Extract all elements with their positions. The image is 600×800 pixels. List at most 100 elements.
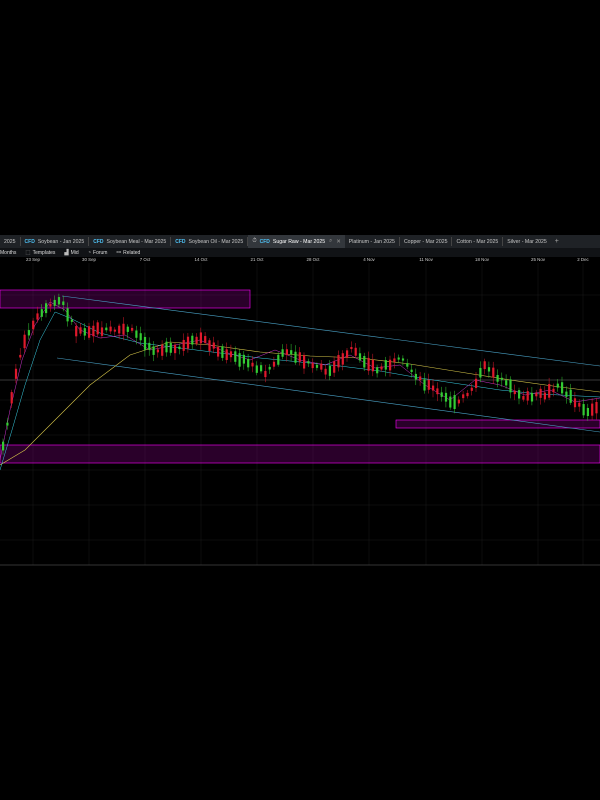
forum-button[interactable]: ◔ Forum (88, 250, 108, 256)
tab-soybean-oil[interactable]: CFD Soybean Oil - Mar 2025 (171, 235, 247, 248)
candle-body (367, 357, 370, 371)
candle-body (212, 342, 215, 349)
candle-body (36, 313, 39, 320)
candle-body (298, 352, 301, 362)
candle-body (496, 374, 499, 382)
candle-body (238, 353, 241, 367)
candle-body (27, 330, 30, 336)
candle-body (552, 388, 555, 393)
timeframe-button[interactable]: Months (0, 250, 16, 256)
candle-body (75, 326, 78, 337)
cfd-badge: CFD (259, 238, 270, 245)
candle-body (186, 336, 190, 349)
price-chart-icon: ▟ (64, 249, 69, 256)
candle-body (131, 327, 134, 331)
candle-body (221, 346, 224, 358)
candle-body (23, 334, 26, 349)
candle-body (118, 325, 121, 334)
candle-body (152, 346, 155, 355)
candle-body (19, 354, 22, 358)
date-label: 21 Oct (250, 257, 264, 262)
candle-body (401, 358, 405, 361)
candle-body (586, 407, 589, 417)
candle-body (376, 367, 379, 374)
candle-body (255, 365, 258, 373)
candle-body (92, 325, 95, 337)
candle-body (341, 353, 344, 365)
candle-body (53, 299, 56, 306)
price-chart[interactable] (0, 263, 600, 568)
candle-body (475, 378, 478, 388)
candle-body (466, 392, 469, 397)
candle-body (178, 346, 181, 350)
candle-body (126, 326, 129, 332)
candle-body (543, 392, 546, 400)
candle-body (406, 363, 409, 367)
candle-body (260, 365, 263, 372)
candle-body (569, 389, 572, 403)
candle-body (518, 390, 521, 399)
candle-body (165, 341, 168, 353)
candle-body (6, 422, 9, 426)
candle-body (522, 396, 525, 400)
candle-body (169, 342, 172, 353)
candle-body (57, 297, 61, 305)
candle-body (483, 361, 486, 370)
candle-body (45, 303, 48, 314)
candle-body (500, 377, 503, 380)
candle-body (264, 370, 267, 378)
candle-body (328, 365, 331, 376)
candle-body (199, 332, 202, 344)
candle-body (195, 336, 198, 344)
date-label: 14 Oct (194, 257, 208, 262)
candle-body (457, 399, 460, 404)
candle-body (40, 309, 43, 317)
tab-prev-instrument[interactable]: 2025 (0, 235, 20, 248)
date-label: 11 Nov (419, 257, 433, 262)
clock-icon: ⏱ (252, 238, 257, 244)
add-tab-icon[interactable]: + (551, 238, 563, 245)
templates-button[interactable]: ⬚ Templates (25, 250, 55, 256)
candle-body (324, 368, 327, 375)
candle-body (384, 360, 387, 370)
candle-body (2, 441, 5, 451)
candle-body (591, 403, 594, 416)
tab-cotton[interactable]: Cotton - Mar 2025 (452, 235, 502, 248)
chart-toolbar: Months ⬚ Templates ▟ Mid ◔ Forum ⚯ Relat… (0, 248, 600, 257)
related-button[interactable]: ⚯ Related (116, 250, 140, 256)
candle-body (492, 367, 495, 378)
speech-bubble-icon: ◔ (87, 249, 92, 256)
candle-body (251, 362, 254, 367)
candle-body (156, 349, 159, 353)
candle-body (449, 396, 452, 408)
candle-body (561, 382, 564, 394)
candle-body (174, 344, 177, 354)
candle-body (346, 350, 349, 358)
close-icon[interactable]: ✕ (336, 239, 341, 245)
tab-platinum[interactable]: Platinum - Jan 2025 (345, 235, 399, 248)
candle-body (320, 363, 323, 370)
candle-body (479, 367, 482, 378)
cfd-badge: CFD (175, 238, 186, 245)
tab-copper[interactable]: Copper - Mar 2025 (400, 235, 452, 248)
cfd-badge: CFD (93, 238, 104, 245)
candle-body (548, 384, 551, 398)
candle-body (505, 380, 508, 386)
mid-price-button[interactable]: ▟ Mid (64, 250, 78, 256)
candle-body (315, 364, 319, 368)
tab-soybean-meal[interactable]: CFD Soybean Meal - Mar 2025 (89, 235, 170, 248)
candle-body (303, 355, 306, 369)
date-label: 23 Sep (26, 257, 40, 262)
candle-body (462, 394, 465, 399)
tab-silver[interactable]: Silver - Mar 2025 (503, 235, 551, 248)
tab-sugar-raw[interactable]: ⏱ CFD Sugar Raw - Mar 2025 ⌕ ✕ (248, 235, 345, 248)
candle-body (397, 357, 400, 360)
search-icon[interactable]: ⌕ (329, 238, 332, 245)
tab-soybean-jan[interactable]: CFD Soybean - Jan 2025 (21, 235, 89, 248)
candle-body (350, 347, 353, 350)
candle-body (363, 355, 366, 368)
candle-body (225, 349, 228, 361)
candle-body (526, 391, 529, 401)
candle-body (229, 351, 233, 358)
candle-body (595, 401, 598, 414)
